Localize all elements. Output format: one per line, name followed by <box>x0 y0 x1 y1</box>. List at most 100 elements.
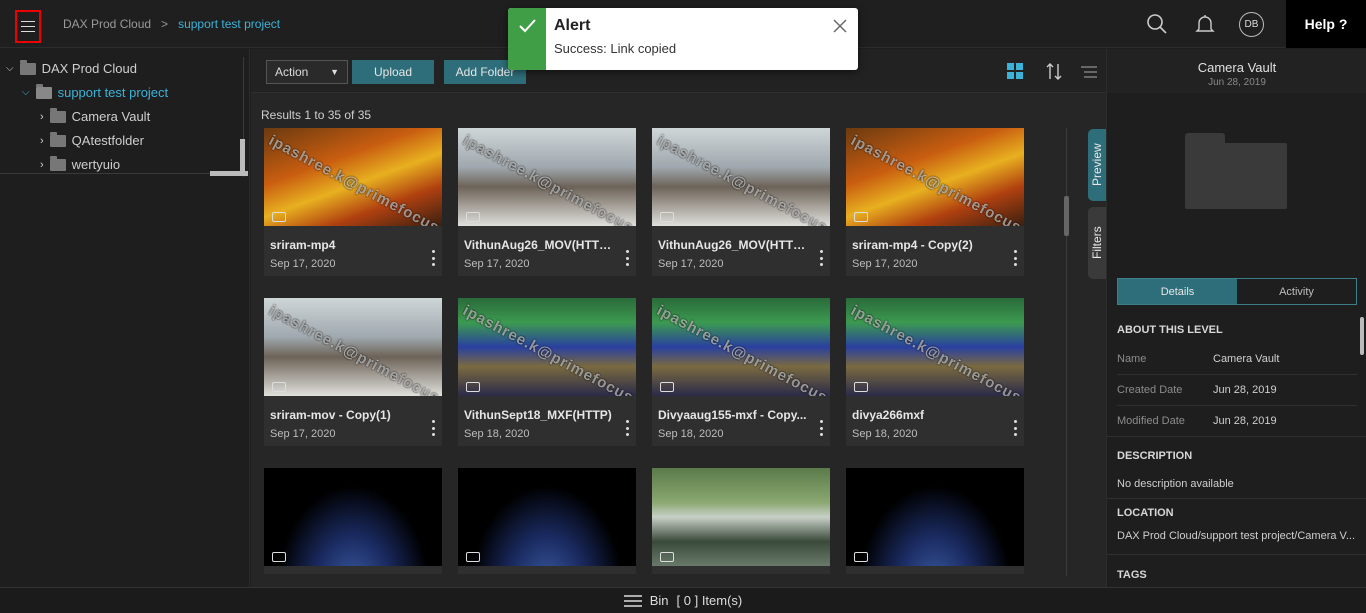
list-view-icon[interactable] <box>1081 65 1097 79</box>
action-dropdown[interactable]: Action ▼ <box>266 60 348 84</box>
bin-label: Bin <box>649 593 669 608</box>
more-options-icon[interactable] <box>1014 420 1018 436</box>
close-icon[interactable] <box>832 18 848 34</box>
thumbnail[interactable]: ipashree.k@primefocus 30/10/2020 13:3 +0… <box>652 128 830 226</box>
video-icon <box>466 382 480 392</box>
more-options-icon[interactable] <box>820 420 824 436</box>
thumbnail[interactable] <box>458 468 636 566</box>
breadcrumb-current[interactable]: support test project <box>178 17 280 31</box>
sort-icon[interactable] <box>1045 62 1063 81</box>
asset-date: Sep 17, 2020 <box>852 258 918 270</box>
video-icon <box>660 382 674 392</box>
video-icon <box>272 212 286 222</box>
details-tabs: Details Activity <box>1117 278 1357 305</box>
details-subtitle: Jun 28, 2019 <box>1208 77 1266 88</box>
asset-date: Sep 17, 2020 <box>270 258 336 270</box>
thumbnail[interactable]: ipashree.k@primefocus 30/10/2020 13:3 +0… <box>264 128 442 226</box>
asset-card[interactable]: ipashree.k@primefocus 30/10/2020 13:3 +0… <box>264 128 442 276</box>
asset-date: Sep 17, 2020 <box>270 428 336 440</box>
details-panel: Camera Vault Jun 28, 2019 Details Activi… <box>1106 49 1366 587</box>
alert-message: Success: Link copied <box>554 41 677 56</box>
name-value: Camera Vault <box>1213 353 1280 365</box>
thumbnail[interactable]: ipashree.k@primefocus 30/10/2020 13:3 +0… <box>846 128 1024 226</box>
tree-item-wertyuio[interactable]: › wertyuio <box>40 155 120 172</box>
chevron-down-icon[interactable]: ⌵ <box>22 87 30 98</box>
modified-value: Jun 28, 2019 <box>1213 415 1277 427</box>
asset-name: VithunSept18_MXF(HTTP) <box>464 408 612 422</box>
name-label: Name <box>1117 353 1147 365</box>
asset-date: Sep 18, 2020 <box>464 428 530 440</box>
resize-handle[interactable] <box>240 139 245 175</box>
more-options-icon[interactable] <box>820 250 824 266</box>
thumbnail[interactable] <box>846 468 1024 566</box>
chevron-right-icon[interactable]: › <box>40 135 44 147</box>
thumbnail[interactable] <box>264 468 442 566</box>
video-icon <box>272 382 286 392</box>
upload-button[interactable]: Upload <box>352 60 434 84</box>
more-options-icon[interactable] <box>1014 250 1018 266</box>
tree-item-project[interactable]: ⌵ support test project <box>22 83 168 100</box>
alert-toast: Alert Success: Link copied <box>508 8 858 70</box>
search-icon[interactable] <box>1145 12 1169 36</box>
more-options-icon[interactable] <box>432 250 436 266</box>
breadcrumb-root[interactable]: DAX Prod Cloud <box>63 17 151 31</box>
asset-name: VithunAug26_MOV(HTTP... <box>658 238 808 252</box>
description-value: No description available <box>1117 478 1234 490</box>
thumbnail[interactable]: ipashree.k@primefocus 30/10/2020 13:3 +0… <box>264 298 442 396</box>
more-options-icon[interactable] <box>626 420 630 436</box>
watermark: ipashree.k@primefocus 30/10/2020 13:3 +0… <box>266 132 442 226</box>
tree-item-label: QAtestfolder <box>71 133 144 148</box>
tab-filters[interactable]: Filters <box>1088 207 1106 279</box>
divider <box>1117 405 1357 406</box>
watermark: ipashree.k@primefocus 30/10/2020 13:3 +0… <box>848 302 1024 396</box>
more-options-icon[interactable] <box>626 250 630 266</box>
video-icon <box>854 382 868 392</box>
grid-view-icon[interactable] <box>1007 63 1024 80</box>
asset-card[interactable]: ipashree.k@primefocus 30/10/2020 13:3 +0… <box>458 128 636 276</box>
action-label: Action <box>275 65 309 79</box>
grid-scrollbar-thumb[interactable] <box>1064 196 1069 236</box>
menu-icon[interactable] <box>15 10 41 43</box>
tree-item-root[interactable]: ⌵ DAX Prod Cloud <box>6 59 137 76</box>
bell-icon[interactable] <box>1193 12 1217 36</box>
asset-card[interactable] <box>846 468 1024 574</box>
thumbnail[interactable] <box>652 468 830 566</box>
watermark: ipashree.k@primefocus 30/10/2020 13:3 +0… <box>654 302 830 396</box>
thumbnail[interactable]: ipashree.k@primefocus 30/10/2020 13:3 +0… <box>846 298 1024 396</box>
asset-card[interactable]: ipashree.k@primefocus 30/10/2020 13:3 +0… <box>846 128 1024 276</box>
created-label: Created Date <box>1117 384 1183 396</box>
tree-item-qatestfolder[interactable]: › QAtestfolder <box>40 131 144 148</box>
more-options-icon[interactable] <box>432 420 436 436</box>
help-button[interactable]: Help ? <box>1286 0 1366 48</box>
thumbnail[interactable]: ipashree.k@primefocus 30/10/2020 13:3 +0… <box>458 298 636 396</box>
chevron-down-icon[interactable]: ⌵ <box>6 63 14 74</box>
thumbnail[interactable]: ipashree.k@primefocus 30/10/2020 13:3 +0… <box>458 128 636 226</box>
asset-card[interactable]: ipashree.k@primefocus 30/10/2020 13:3 +0… <box>458 298 636 446</box>
breadcrumb: DAX Prod Cloud > support test project <box>63 17 280 31</box>
divider <box>1107 498 1366 499</box>
tree-item-label: DAX Prod Cloud <box>41 61 137 76</box>
details-header: Camera Vault Jun 28, 2019 <box>1107 49 1366 93</box>
created-value: Jun 28, 2019 <box>1213 384 1277 396</box>
asset-name: sriram-mov - Copy(1) <box>270 408 391 422</box>
asset-date: Sep 18, 2020 <box>658 428 724 440</box>
asset-card[interactable] <box>458 468 636 574</box>
chevron-right-icon[interactable]: › <box>40 111 44 123</box>
tab-activity[interactable]: Activity <box>1237 279 1356 304</box>
chevron-right-icon[interactable]: › <box>40 159 44 171</box>
tab-details[interactable]: Details <box>1118 279 1237 304</box>
asset-card[interactable]: ipashree.k@primefocus 30/10/2020 13:3 +0… <box>846 298 1024 446</box>
asset-card[interactable] <box>264 468 442 574</box>
tree-item-camera-vault[interactable]: › Camera Vault <box>40 107 150 124</box>
asset-card[interactable]: ipashree.k@primefocus 30/10/2020 13:3 +0… <box>652 298 830 446</box>
tab-preview[interactable]: Preview <box>1088 129 1106 201</box>
asset-card[interactable]: ipashree.k@primefocus 30/10/2020 13:3 +0… <box>264 298 442 446</box>
avatar[interactable]: DB <box>1239 12 1264 37</box>
details-scrollbar-thumb[interactable] <box>1360 317 1364 355</box>
asset-card[interactable] <box>652 468 830 574</box>
asset-card[interactable]: ipashree.k@primefocus 30/10/2020 13:3 +0… <box>652 128 830 276</box>
details-title: Camera Vault <box>1197 60 1277 75</box>
bin-bar[interactable]: Bin [ 0 ] Item(s) <box>0 587 1366 613</box>
menu-icon[interactable] <box>623 594 642 607</box>
thumbnail[interactable]: ipashree.k@primefocus 30/10/2020 13:3 +0… <box>652 298 830 396</box>
